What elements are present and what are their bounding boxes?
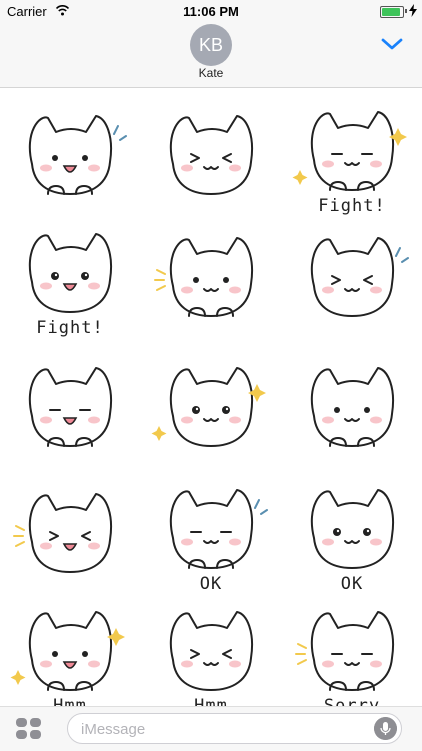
- imessage-placeholder: iMessage: [81, 721, 146, 738]
- cat-sticker-icon: [28, 115, 127, 195]
- status-time: 11:06 PM: [183, 4, 239, 19]
- battery-tip: [405, 9, 407, 13]
- sticker[interactable]: [151, 100, 271, 216]
- sticker-grid: Fight! Fight! OK OK: [0, 88, 422, 716]
- avatar[interactable]: KB: [190, 24, 232, 66]
- sticker[interactable]: [292, 352, 412, 468]
- app-drawer-dot: [16, 718, 27, 727]
- cat-sticker-icon: [310, 367, 394, 447]
- sticker[interactable]: Sorry: [292, 600, 412, 716]
- sticker[interactable]: OK: [151, 478, 271, 594]
- cat-sticker-icon: [310, 237, 409, 317]
- sticker[interactable]: [292, 222, 412, 338]
- status-bar: Carrier 11:06 PM: [0, 0, 422, 22]
- sticker[interactable]: Fight!: [10, 222, 130, 338]
- contact-name[interactable]: Kate: [0, 66, 422, 80]
- charging-icon: [409, 4, 417, 17]
- sticker-label: OK: [199, 574, 223, 594]
- sticker[interactable]: Hmm: [10, 600, 130, 716]
- app-drawer-dot: [30, 730, 41, 739]
- sticker[interactable]: Hmm: [151, 600, 271, 716]
- imessage-input[interactable]: iMessage: [67, 713, 402, 744]
- cat-sticker-icon: [154, 237, 253, 317]
- sticker[interactable]: OK: [292, 478, 412, 594]
- sticker[interactable]: [10, 100, 130, 216]
- cat-sticker-icon: [169, 115, 253, 195]
- sticker[interactable]: [10, 352, 130, 468]
- message-input-bar: iMessage: [0, 706, 422, 751]
- battery-level: [382, 8, 400, 16]
- microphone-icon[interactable]: [374, 717, 397, 740]
- sticker[interactable]: [10, 478, 130, 594]
- app-drawer-dot: [30, 718, 41, 727]
- cat-sticker-icon: [13, 493, 112, 573]
- battery-icon: [380, 6, 404, 18]
- app-drawer-dot: [16, 730, 27, 739]
- cat-sticker-icon: [28, 367, 112, 447]
- sticker[interactable]: Fight!: [292, 100, 412, 216]
- sticker-label: OK: [340, 574, 364, 594]
- cat-sticker-icon: [151, 367, 266, 447]
- sticker[interactable]: [151, 352, 271, 468]
- chevron-down-icon[interactable]: [380, 36, 404, 52]
- app-drawer-icon[interactable]: [16, 718, 42, 740]
- sticker-label: Fight!: [318, 196, 386, 216]
- conversation-header: KB Kate: [0, 22, 422, 88]
- sticker-label: Fight!: [36, 318, 104, 338]
- sticker[interactable]: [151, 222, 271, 338]
